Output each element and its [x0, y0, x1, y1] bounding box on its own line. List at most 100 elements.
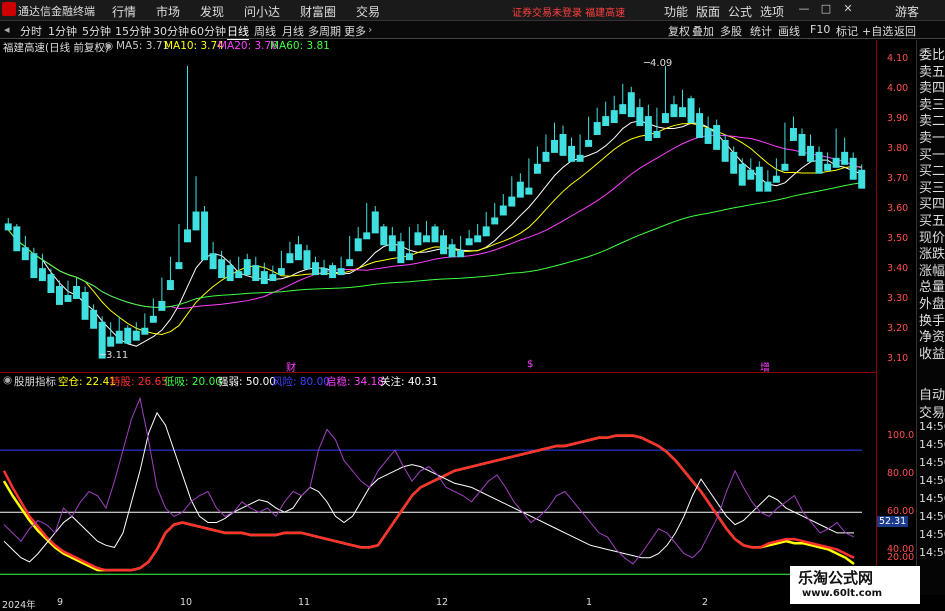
- candle: [653, 107, 661, 138]
- menu-layout[interactable]: 版面: [696, 3, 720, 20]
- menu-wealth[interactable]: 财富圈: [300, 3, 336, 20]
- candle: [465, 229, 473, 246]
- candle: [414, 223, 422, 246]
- guest-label[interactable]: 游客: [895, 3, 919, 20]
- high-annotation: ─4.09: [644, 58, 673, 69]
- period-daily[interactable]: 日线: [227, 23, 249, 40]
- menu-trade[interactable]: 交易: [356, 3, 380, 20]
- indicator-name[interactable]: 股朋指标: [14, 374, 56, 389]
- maximize-icon[interactable]: □: [818, 2, 834, 16]
- date-label: 10: [180, 597, 193, 608]
- settings-icon[interactable]: ◉: [104, 40, 113, 52]
- side-item[interactable]: 14:56: [919, 420, 945, 433]
- menu-formula[interactable]: 公式: [728, 3, 752, 20]
- close-icon[interactable]: ✕: [840, 2, 856, 16]
- ind-watch: 关注: 40.31: [380, 376, 438, 388]
- period-30min[interactable]: 30分钟: [153, 23, 189, 39]
- candle-body: [679, 107, 686, 118]
- watermark-url: www.60lt.com: [802, 588, 883, 599]
- candle: [354, 226, 362, 252]
- candle-body: [764, 181, 772, 192]
- indicator-chart[interactable]: [0, 388, 876, 595]
- menu-options[interactable]: 选项: [760, 3, 784, 20]
- settings-icon[interactable]: ◉: [3, 374, 12, 386]
- ma10-label: MA10: 3.74: [164, 40, 224, 52]
- candle-body: [90, 309, 98, 329]
- btn-f10[interactable]: F10: [810, 23, 830, 36]
- side-item[interactable]: 14:56: [919, 510, 945, 523]
- side-item[interactable]: 14:56: [919, 474, 945, 487]
- event-marker-dividend[interactable]: $: [527, 359, 533, 370]
- candle: [747, 158, 755, 180]
- btn-add-watchlist[interactable]: +自选: [862, 23, 893, 39]
- period-monthly[interactable]: 月线: [282, 23, 304, 39]
- side-item[interactable]: 14:56: [919, 438, 945, 451]
- candle-body: [209, 253, 217, 270]
- candle-body: [30, 253, 38, 279]
- candle-body: [858, 169, 866, 189]
- candle-body: [380, 226, 388, 246]
- candle: [166, 256, 174, 291]
- candle-body: [141, 327, 149, 335]
- btn-mark[interactable]: 标记: [836, 23, 858, 39]
- menu-market[interactable]: 市场: [156, 3, 180, 20]
- ind-buy-low: 低吸: 20.00: [164, 376, 222, 388]
- candle-body: [269, 274, 277, 282]
- candle-body: [559, 133, 567, 156]
- watermark: 乐淘公式网 www.60lt.com: [790, 566, 920, 604]
- watermark-title: 乐淘公式网: [798, 569, 874, 587]
- candle: [841, 137, 849, 165]
- menu-ask[interactable]: 问小达: [244, 3, 280, 20]
- period-5min[interactable]: 5分钟: [82, 23, 111, 39]
- side-item[interactable]: 14:56: [919, 528, 945, 541]
- candle-body: [158, 300, 166, 311]
- btn-stats[interactable]: 统计: [750, 23, 772, 39]
- btn-draw[interactable]: 画线: [778, 23, 800, 39]
- price-tick: 4.10: [887, 53, 909, 64]
- period-1min[interactable]: 1分钟: [48, 23, 77, 39]
- candle: [440, 229, 448, 255]
- price-axis: 4.10 4.00 3.90 3.80 3.70 3.60 3.50 3.40 …: [876, 40, 917, 595]
- menu-quotes[interactable]: 行情: [112, 3, 136, 20]
- period-more[interactable]: 更多: [344, 23, 366, 39]
- side-item[interactable]: 收益: [919, 343, 945, 362]
- date-label: 9: [57, 597, 64, 608]
- price-tick: 3.50: [887, 233, 909, 244]
- side-item[interactable]: 交易: [919, 402, 945, 421]
- candle-body: [166, 280, 174, 291]
- candle: [644, 104, 652, 141]
- prev-icon[interactable]: ◂: [4, 23, 10, 36]
- candle: [764, 170, 772, 192]
- price-chart[interactable]: [0, 54, 876, 370]
- side-item[interactable]: 14:56: [919, 456, 945, 469]
- chevron-right-icon[interactable]: ›: [368, 23, 372, 36]
- btn-back[interactable]: 返回: [894, 23, 916, 39]
- side-item[interactable]: 14:56: [919, 546, 945, 559]
- candle: [755, 161, 763, 192]
- btn-multi-stock[interactable]: 多股: [720, 23, 742, 39]
- btn-overlay[interactable]: 叠加: [692, 23, 714, 39]
- candle-body: [670, 104, 678, 118]
- period-weekly[interactable]: 周线: [254, 23, 276, 39]
- period-15min[interactable]: 15分钟: [115, 23, 151, 39]
- period-60min[interactable]: 60分钟: [190, 23, 226, 39]
- side-item[interactable]: 14:56: [919, 492, 945, 505]
- candle: [422, 220, 430, 243]
- candle: [329, 262, 337, 279]
- candle-body: [661, 113, 669, 124]
- side-item[interactable]: 自动: [919, 384, 945, 403]
- period-tick[interactable]: 分时: [20, 23, 42, 39]
- minimize-icon[interactable]: —: [796, 2, 812, 16]
- candle-body: [149, 315, 157, 323]
- candle-body: [405, 253, 413, 261]
- menu-function[interactable]: 功能: [664, 3, 688, 20]
- candle: [124, 325, 132, 344]
- candle: [371, 206, 379, 234]
- candle: [115, 316, 123, 344]
- candle-body: [636, 107, 644, 127]
- btn-adjust[interactable]: 复权: [668, 23, 690, 39]
- login-warning[interactable]: 证券交易未登录 福建高速: [512, 4, 625, 19]
- period-multi[interactable]: 多周期: [308, 23, 341, 39]
- menu-discover[interactable]: 发现: [200, 3, 224, 20]
- candle-body: [516, 181, 524, 198]
